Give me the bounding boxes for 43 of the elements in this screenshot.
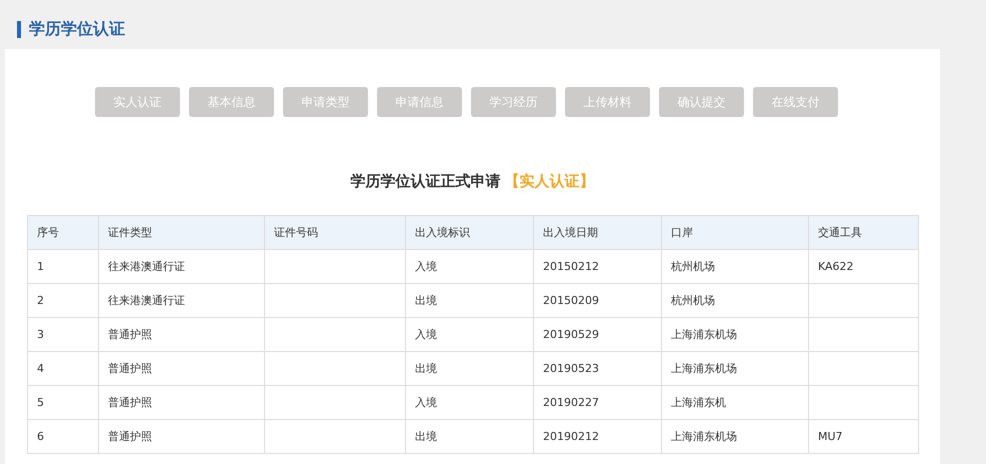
table-cell: 20190212 [543, 430, 599, 443]
page-title: 学历学位认证 [29, 18, 125, 40]
table-cell: 20190227 [543, 396, 599, 409]
table-cell: 3 [37, 328, 44, 341]
title-accent-bar [17, 20, 21, 38]
table-cell: MU7 [818, 430, 843, 443]
column-header: 证件类型 [108, 225, 152, 240]
table-cell: 普通护照 [108, 429, 152, 444]
column-header: 口岸 [671, 225, 693, 240]
table-cell: 上海浦东机 [671, 395, 726, 410]
table-cell: 上海浦东机场 [671, 327, 737, 342]
table-cell: 出境 [415, 361, 437, 376]
table-cell: 2 [37, 294, 44, 307]
table-cell: 普通护照 [108, 395, 152, 410]
table-cell: 上海浦东机场 [671, 361, 737, 376]
form-title: 学历学位认证正式申请 [350, 172, 500, 191]
table-cell: 20190529 [543, 328, 599, 341]
column-header: 证件号码 [274, 225, 318, 240]
table-cell: 20190523 [543, 362, 599, 375]
table-cell: 6 [37, 430, 44, 443]
table-cell: 杭州机场 [671, 259, 715, 274]
column-header: 出入境日期 [543, 225, 598, 240]
table-cell: 4 [37, 362, 44, 375]
table-cell: 往来港澳通行证 [108, 293, 185, 308]
table-cell: 上海浦东机场 [671, 429, 737, 444]
column-header: 交通工具 [818, 225, 862, 240]
table-cell: 出境 [415, 293, 437, 308]
table-cell: 20150212 [543, 260, 599, 273]
table-cell: 5 [37, 396, 44, 409]
table-cell: 20150209 [543, 294, 599, 307]
form-step-label: 【实人认证】 [504, 172, 594, 191]
table-cell: KA622 [818, 260, 854, 273]
table-cell: 1 [37, 260, 44, 273]
table-cell: 往来港澳通行证 [108, 259, 185, 274]
column-header: 出入境标识 [415, 225, 470, 240]
table-cell: 入境 [415, 395, 437, 410]
column-header: 序号 [37, 225, 59, 240]
table-cell: 入境 [415, 259, 437, 274]
table-cell: 出境 [415, 429, 437, 444]
table-cell: 入境 [415, 327, 437, 342]
table-cell: 普通护照 [108, 361, 152, 376]
table-cell: 普通护照 [108, 327, 152, 342]
table-cell: 杭州机场 [671, 293, 715, 308]
